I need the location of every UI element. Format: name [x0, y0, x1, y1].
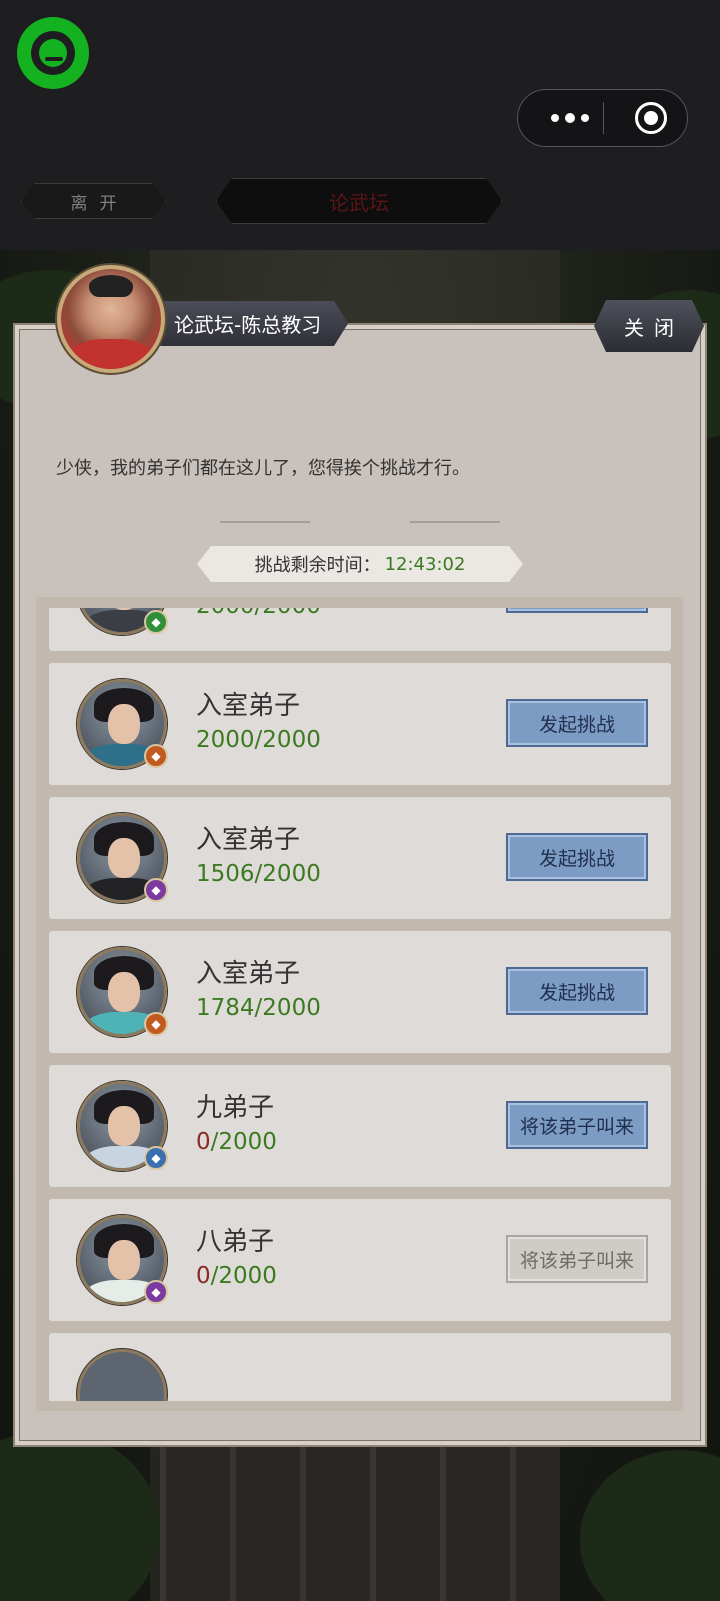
disciple-name: 八弟子: [196, 1227, 275, 1257]
disciple-hp: 0/2000: [196, 1263, 277, 1289]
leave-button[interactable]: 离开: [21, 183, 166, 219]
hp-max: 2000: [218, 1263, 277, 1289]
hp-current: 1506: [196, 861, 255, 887]
disciple-hp: 2000/2000: [196, 727, 321, 753]
disciple-row: ◆入室弟子2000/2000发起挑战: [49, 608, 671, 651]
ornament-right: [410, 521, 500, 523]
intro-text: 少侠，我的弟子们都在这儿了，您得挨个挑战才行。: [56, 458, 470, 479]
disciple-hp: 0/2000: [196, 1129, 277, 1155]
target-icon[interactable]: [635, 102, 667, 134]
disciple-row: ◆ 入室弟子 1506/2000 发起挑战: [49, 797, 671, 919]
disciple-row: ◆ 八弟子 0/2000 将该弟子叫来: [49, 1199, 671, 1321]
hp-max: 2000: [218, 1129, 277, 1155]
ornament-left: [220, 521, 310, 523]
disciple-hp: 1506/2000: [196, 861, 321, 887]
page-title: 论武坛: [216, 178, 502, 224]
challenge-button[interactable]: 发起挑战: [506, 608, 648, 613]
hp-max: 2000: [262, 608, 321, 619]
element-badge-icon: ◆: [144, 610, 168, 634]
more-dots-icon[interactable]: [538, 90, 602, 146]
master-avatar: [61, 269, 161, 369]
hp-current: 1784: [196, 995, 255, 1021]
hp-current: 2000: [196, 608, 255, 619]
disciple-row: ◆ 九弟子 0/2000 将该弟子叫来: [49, 1065, 671, 1187]
challenge-button[interactable]: 发起挑战: [506, 699, 648, 747]
element-badge-icon: ◆: [144, 1280, 168, 1304]
element-badge-icon: ◆: [144, 744, 168, 768]
element-badge-icon: ◆: [144, 1012, 168, 1036]
hp-max: 2000: [262, 861, 321, 887]
chat-logo-icon[interactable]: [17, 17, 89, 89]
disciple-name: 入室弟子: [196, 691, 301, 721]
disciple-hp: 1784/2000: [196, 995, 321, 1021]
disciple-list[interactable]: ◆ 入室弟子 2000/2000 发起挑战 ◆ 入室弟子 2000/2000 发起挑战 ◆ 入室弟…: [49, 608, 671, 1401]
master-portrait: [57, 265, 165, 373]
disciple-avatar[interactable]: [77, 1349, 167, 1401]
close-button[interactable]: 关闭: [594, 300, 704, 352]
disciple-hp: 2000/2000: [196, 608, 321, 619]
hp-current: 0: [196, 1129, 211, 1155]
challenge-timer: 挑战剩余时间： 12:43:02: [197, 546, 523, 582]
disciple-name: 九弟子: [196, 1093, 275, 1123]
disciple-name: 入室弟子: [196, 959, 301, 989]
timer-value: 12:43:02: [384, 553, 466, 575]
summon-button: 将该弟子叫来: [506, 1235, 648, 1283]
challenge-button[interactable]: 发起挑战: [506, 967, 648, 1015]
hp-max: 2000: [262, 727, 321, 753]
challenge-button[interactable]: 发起挑战: [506, 833, 648, 881]
hp-max: 2000: [262, 995, 321, 1021]
element-badge-icon: ◆: [144, 1146, 168, 1170]
element-badge-icon: ◆: [144, 878, 168, 902]
disciple-row: ◆ 入室弟子 1784/2000 发起挑战: [49, 931, 671, 1053]
hp-current: 2000: [196, 727, 255, 753]
summon-button[interactable]: 将该弟子叫来: [506, 1101, 648, 1149]
miniprogram-capsule: [517, 89, 688, 147]
app-header: 离开 论武坛: [0, 0, 720, 250]
disciple-row: [49, 1333, 671, 1401]
dialog-title: 论武坛-陈总教习: [160, 301, 348, 346]
hp-current: 0: [196, 1263, 211, 1289]
disciple-row: ◆ 入室弟子 2000/2000 发起挑战: [49, 663, 671, 785]
timer-label: 挑战剩余时间：: [254, 555, 381, 576]
disciple-name: 入室弟子: [196, 825, 301, 855]
